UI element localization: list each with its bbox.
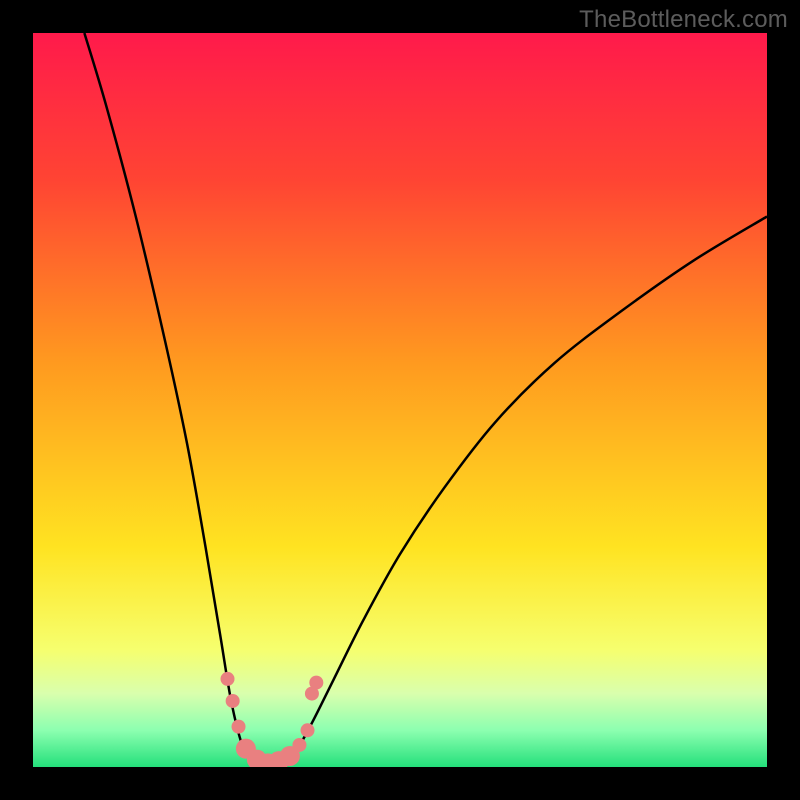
data-marker [232,720,246,734]
plot-area [33,33,767,767]
data-marker [226,694,240,708]
data-marker [292,738,306,752]
chart-svg [33,33,767,767]
data-marker [309,676,323,690]
chart-frame: TheBottleneck.com [0,0,800,800]
data-marker [301,723,315,737]
watermark-label: TheBottleneck.com [579,6,788,34]
data-marker [221,672,235,686]
gradient-background [33,33,767,767]
